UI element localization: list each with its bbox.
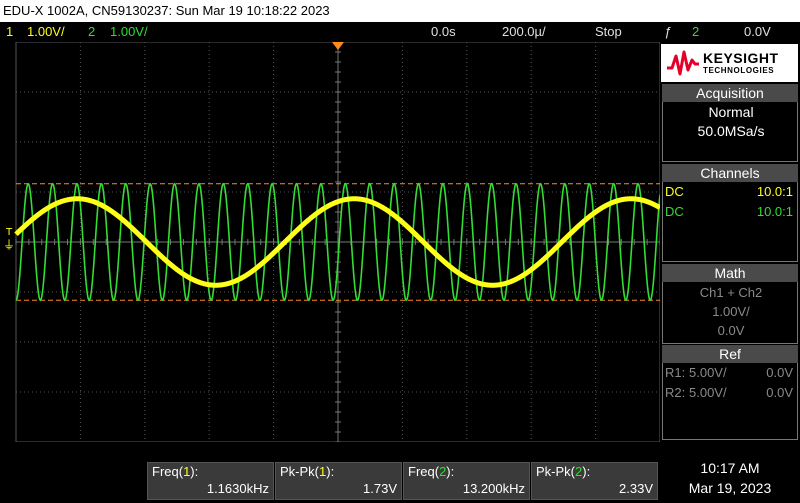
ref1-name: R1: [665,365,686,380]
clock-display: 10:17 AM Mar 19, 2023 [660,460,800,496]
brand-logo: KEYSIGHT TECHNOLOGIES [661,44,798,82]
keysight-wave-icon [667,50,699,76]
svg-text:T: T [5,227,13,238]
ref1-offset: 0.0V [766,365,793,380]
measurement-label: Freq(1): [152,464,199,479]
svg-text:⏚: ⏚ [3,238,15,252]
trigger-level[interactable]: 0.0V [744,24,771,39]
trigger-position-marker[interactable] [332,42,344,50]
ch2-scale[interactable]: 1.00V/ [110,24,148,39]
ref-section[interactable]: R1: 5.00V/ 0.0V R2: 5.00V/ 0.0V [662,363,798,440]
channels-header[interactable]: Channels [662,164,798,182]
measurement-value: 1.1630kHz [206,481,269,496]
math-scale: 1.00V/ [712,304,750,319]
sample-rate: 50.0MSa/s [697,123,765,139]
window-title-bar: EDU-X 1002A, CN59130237: Sun Mar 19 10:1… [0,0,800,22]
brand-subtitle: TECHNOLOGIES [703,66,775,75]
measurement-label: Pk-Pk(2): [536,464,591,479]
measurement-value: 13.200kHz [462,481,525,496]
measurement-label: Freq(2): [408,464,455,479]
status-bar: 1 1.00V/ 2 1.00V/ 0.0s 200.0µ/ Stop ƒ 2 … [0,22,800,42]
ch1-probe-ratio: 10.0:1 [756,184,793,199]
clock-date: Mar 19, 2023 [688,480,772,496]
ch2-number[interactable]: 2 [88,24,95,39]
measurement-pkpk-ch2[interactable]: Pk-Pk(2): 2.33V [531,462,658,500]
measurement-value: 2.33V [619,481,653,496]
ref2-name: R2: [665,385,686,400]
brand-name: KEYSIGHT [703,50,779,66]
ch1-scale[interactable]: 1.00V/ [27,24,65,39]
ref2-offset: 0.0V [766,385,793,400]
math-section[interactable]: Ch1 + Ch2 1.00V/ 0.0V [662,282,798,344]
ch2-probe-ratio: 10.0:1 [756,204,793,219]
acquisition-mode: Normal [708,104,754,120]
measurement-pkpk-ch1[interactable]: Pk-Pk(1): 1.73V [275,462,402,500]
math-function: Ch1 + Ch2 [699,285,763,300]
acquisition-header[interactable]: Acquisition [662,84,798,102]
ch2-coupling: DC [665,204,684,219]
run-state[interactable]: Stop [595,24,622,39]
ch1-number[interactable]: 1 [6,24,13,39]
measurement-label: Pk-Pk(1): [280,464,335,479]
ch-ground-marker[interactable]: T ⏚ [3,227,15,252]
math-header[interactable]: Math [662,264,798,282]
channels-section[interactable]: DC 10.0:1 DC 10.0:1 [662,182,798,262]
ch1-coupling: DC [665,184,684,199]
ref1-scale: 5.00V/ [689,365,727,380]
window-title: EDU-X 1002A, CN59130237: Sun Mar 19 10:1… [3,3,330,18]
measurement-freq-ch2[interactable]: Freq(2): 13.200kHz [403,462,530,500]
trigger-source[interactable]: 2 [692,24,699,39]
waveform-display[interactable]: T ⏚ [0,42,660,442]
measurement-value: 1.73V [363,481,397,496]
math-offset: 0.0V [717,323,745,338]
measurement-freq-ch1[interactable]: Freq(1): 1.1630kHz [147,462,274,500]
acquisition-section[interactable]: Normal 50.0MSa/s [662,102,798,162]
time-reference[interactable]: 0.0s [431,24,456,39]
timebase-scale[interactable]: 200.0µ/ [502,24,546,39]
clock-time: 10:17 AM [700,460,760,476]
ref-header[interactable]: Ref [662,345,798,363]
ref2-scale: 5.00V/ [689,385,727,400]
trigger-icon: ƒ [664,24,672,39]
